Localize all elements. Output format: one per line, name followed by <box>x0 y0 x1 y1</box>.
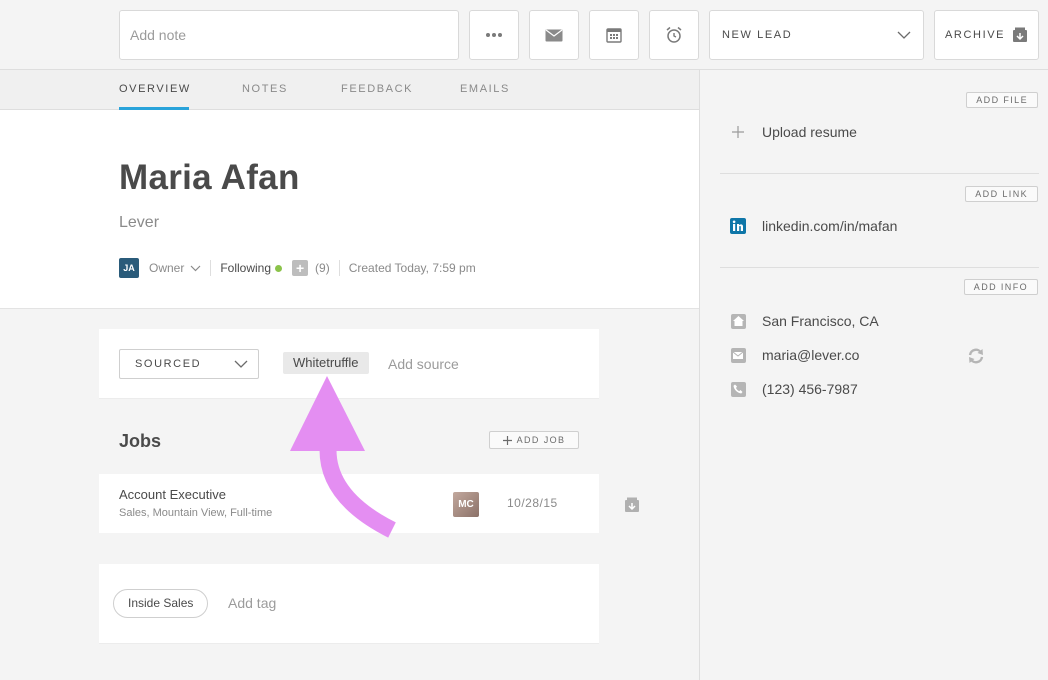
calendar-icon <box>606 28 622 43</box>
stage-label: NEW LEAD <box>722 29 793 41</box>
tab-emails[interactable]: EMAILS <box>460 70 510 110</box>
phone-value: (123) 456-7987 <box>762 381 858 397</box>
more-options-button[interactable] <box>469 10 519 60</box>
job-archive-button[interactable] <box>624 497 640 518</box>
linkedin-url: linkedin.com/in/mafan <box>762 218 898 234</box>
owner-avatar[interactable]: JA <box>119 258 139 278</box>
plus-icon <box>730 124 746 140</box>
chevron-down-icon[interactable] <box>190 265 201 272</box>
chevron-down-icon <box>897 31 911 39</box>
tab-bar: OVERVIEW NOTES FEEDBACK EMAILS <box>0 70 699 110</box>
plus-icon <box>502 435 512 445</box>
source-tag[interactable]: Whitetruffle <box>283 352 369 374</box>
tab-notes[interactable]: NOTES <box>242 70 288 110</box>
alarm-clock-icon <box>666 26 682 43</box>
jobs-heading: Jobs <box>119 431 162 451</box>
email-row[interactable]: maria@lever.co <box>730 347 859 363</box>
created-date: Created Today, 7:59 pm <box>348 261 476 275</box>
phone-icon <box>730 381 746 397</box>
sync-icon[interactable] <box>968 348 984 364</box>
add-link-button[interactable]: ADD LINK <box>965 186 1038 202</box>
tab-feedback[interactable]: FEEDBACK <box>341 70 413 110</box>
candidate-company: Lever <box>119 214 160 231</box>
chevron-down-icon <box>234 360 248 368</box>
add-note-input[interactable] <box>119 10 459 60</box>
contact-sidebar: ADD FILE Upload resume ADD LINK linkedin… <box>699 70 1048 680</box>
divider <box>720 267 1039 268</box>
email-value: maria@lever.co <box>762 347 860 363</box>
tab-overview[interactable]: OVERVIEW <box>119 70 189 110</box>
archive-label: ARCHIVE <box>945 29 1006 41</box>
following-label[interactable]: Following <box>220 261 271 275</box>
job-date: 10/28/15 <box>507 496 558 510</box>
divider <box>720 173 1039 174</box>
tag-chip[interactable]: Inside Sales <box>113 589 209 618</box>
job-title[interactable]: Account Executive <box>119 487 226 502</box>
followers-count[interactable]: (9) <box>315 261 330 275</box>
stage-select[interactable]: NEW LEAD <box>709 10 924 60</box>
owner-label[interactable]: Owner <box>149 261 184 275</box>
add-source-input[interactable]: Add source <box>388 356 459 372</box>
archive-box-icon <box>1013 27 1027 42</box>
add-follower-button[interactable]: + <box>292 260 309 276</box>
linkedin-icon <box>730 218 746 234</box>
add-job-label: ADD JOB <box>516 435 566 445</box>
schedule-button[interactable] <box>589 10 639 60</box>
upload-resume-link[interactable]: Upload resume <box>730 124 857 140</box>
job-details: Sales, Mountain View, Full-time <box>119 507 273 519</box>
tags-card: Inside Sales Add tag <box>99 564 599 644</box>
phone-row[interactable]: (123) 456-7987 <box>730 381 858 397</box>
add-file-button[interactable]: ADD FILE <box>966 92 1038 108</box>
add-job-button[interactable]: ADD JOB <box>489 431 579 449</box>
divider <box>210 260 212 276</box>
candidate-name: Maria Afan <box>119 158 300 197</box>
location-row[interactable]: San Francisco, CA <box>730 313 879 329</box>
ellipsis-icon <box>486 33 502 37</box>
divider <box>338 260 340 276</box>
email-button[interactable] <box>529 10 579 60</box>
linkedin-link[interactable]: linkedin.com/in/mafan <box>730 218 897 234</box>
add-info-button[interactable]: ADD INFO <box>963 279 1038 295</box>
top-toolbar: NEW LEAD ARCHIVE <box>0 0 1048 70</box>
following-status-dot <box>275 264 283 272</box>
origin-label: SOURCED <box>135 358 202 370</box>
reminder-button[interactable] <box>649 10 699 60</box>
home-icon <box>730 313 746 329</box>
mail-icon <box>545 29 563 41</box>
location-value: San Francisco, CA <box>762 313 879 329</box>
mail-icon <box>730 347 746 363</box>
annotation-arrow <box>290 376 396 538</box>
profile-card: Maria Afan Lever JA Owner Following + (9… <box>0 110 699 309</box>
archive-box-icon <box>625 497 639 512</box>
origin-select[interactable]: SOURCED <box>119 349 259 379</box>
job-owner-avatar: MC <box>453 492 479 517</box>
upload-resume-label: Upload resume <box>762 124 857 140</box>
add-tag-input[interactable]: Add tag <box>228 595 276 611</box>
archive-button[interactable]: ARCHIVE <box>934 10 1039 60</box>
profile-meta: JA Owner Following + (9) Created Today, … <box>119 257 476 279</box>
